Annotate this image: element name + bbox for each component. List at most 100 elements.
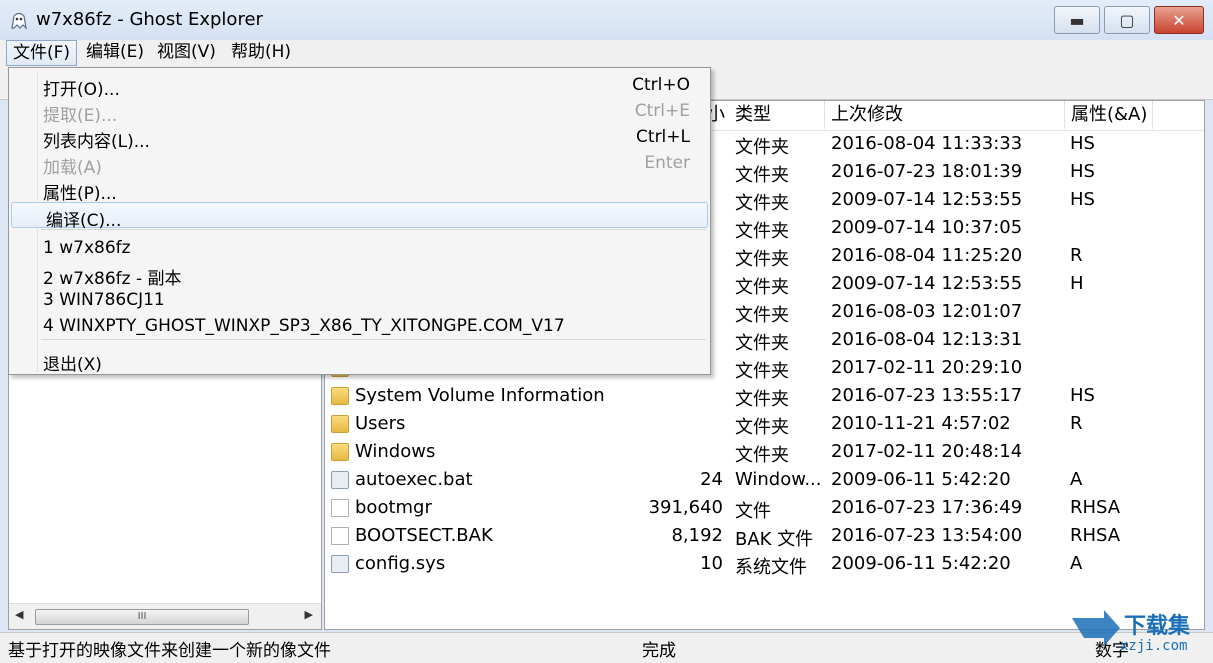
- title-bar: w7x86fz - Ghost Explorer ▬ ▢ ✕: [0, 0, 1213, 40]
- menu-separator: [41, 339, 706, 340]
- file-attributes: RHSA: [1070, 525, 1121, 546]
- column-modified[interactable]: 上次修改: [825, 101, 1065, 129]
- file-name: config.sys: [355, 553, 446, 574]
- file-modified: 2016-08-04 11:33:33: [831, 133, 1023, 154]
- tree-horizontal-scrollbar[interactable]: ◀ III ▶: [9, 603, 321, 629]
- file-modified: 2016-08-04 11:25:20: [831, 245, 1023, 266]
- menu-item[interactable]: 打开(O)... Ctrl+O: [9, 72, 710, 100]
- scroll-thumb[interactable]: III: [35, 609, 249, 625]
- menu-file[interactable]: 文件(F): [6, 40, 78, 66]
- file-attributes: RHSA: [1070, 497, 1121, 518]
- table-row[interactable]: BOOTSECT.BAK 8,192 BAK 文件 2016-07-23 13:54:…: [325, 523, 1204, 551]
- watermark-url: xzji.com: [1120, 638, 1188, 654]
- file-type: 文件夹: [735, 249, 789, 270]
- file-name: Windows: [355, 441, 436, 462]
- file-modified: 2009-06-11 5:42:20: [831, 553, 1011, 574]
- file-icon: [331, 527, 349, 545]
- scroll-right-icon[interactable]: ▶: [305, 608, 313, 621]
- file-name: autoexec.bat: [355, 469, 473, 490]
- table-row[interactable]: bootmgr 391,640 文件 2016-07-23 17:36:49 RHSA: [325, 495, 1204, 523]
- menu-item-exit[interactable]: 退出(X): [9, 347, 710, 375]
- recent-file-label: 2 w7x86fz - 副本: [43, 269, 182, 289]
- menu-item[interactable]: 编译(C)...: [11, 202, 708, 231]
- minimize-icon: ▬: [1069, 10, 1085, 30]
- file-name: BOOTSECT.BAK: [355, 525, 493, 546]
- menu-item-label: 列表内容(L)...: [43, 132, 150, 152]
- menu-item-shortcut: Ctrl+L: [636, 127, 690, 147]
- file-name: bootmgr: [355, 497, 432, 518]
- status-message: 基于打开的映像文件来创建一个新的像文件: [8, 641, 331, 661]
- file-type: 文件夹: [735, 305, 789, 326]
- table-row[interactable]: Users 文件夹 2010-11-21 4:57:02 R: [325, 411, 1204, 439]
- status-bar: 基于打开的映像文件来创建一个新的像文件 完成 数字: [0, 632, 1213, 663]
- recent-file-item[interactable]: 2 w7x86fz - 副本: [9, 261, 710, 289]
- file-modified: 2016-08-03 12:01:07: [831, 301, 1023, 322]
- file-type: 文件夹: [735, 221, 789, 242]
- menu-item-label: 编译(C)...: [46, 211, 122, 231]
- file-size: 10: [700, 553, 723, 574]
- menu-view[interactable]: 视图(V): [151, 40, 222, 66]
- file-attributes: HS: [1070, 189, 1095, 210]
- file-type: BAK 文件: [735, 529, 814, 550]
- file-attributes: H: [1070, 273, 1084, 294]
- menu-item[interactable]: 列表内容(L)... Ctrl+L: [9, 124, 710, 152]
- watermark-text: 下载集: [1124, 614, 1191, 639]
- file-attributes: HS: [1070, 385, 1095, 406]
- maximize-button[interactable]: ▢: [1104, 6, 1150, 34]
- file-attributes: HS: [1070, 161, 1095, 182]
- recent-file-item[interactable]: 4 WINXPTY_GHOST_WINXP_SP3_X86_TY_XITONGP…: [9, 313, 710, 339]
- file-modified: 2009-07-14 12:53:55: [831, 273, 1023, 294]
- ghost-app-icon: [11, 12, 27, 30]
- file-attributes: A: [1070, 469, 1083, 490]
- folder-icon: [331, 387, 349, 405]
- recent-file-label: 3 WIN786CJ11: [43, 290, 165, 310]
- file-type: 文件夹: [735, 333, 789, 354]
- menu-bar: 文件(F) 编辑(E) 视图(V) 帮助(H): [0, 40, 1213, 68]
- file-size: 391,640: [648, 497, 723, 518]
- config-file-icon: [331, 555, 349, 573]
- menu-item-label: 打开(O)...: [43, 80, 120, 100]
- file-size: 8,192: [671, 525, 723, 546]
- file-type: 文件夹: [735, 389, 789, 410]
- table-row[interactable]: System Volume Information 文件夹 2016-07-23 1…: [325, 383, 1204, 411]
- menu-item-label: 加载(A): [43, 158, 102, 178]
- menu-item-shortcut: Ctrl+O: [632, 75, 690, 95]
- column-type[interactable]: 类型: [729, 101, 825, 129]
- close-icon: ✕: [1172, 10, 1186, 30]
- menu-item-label: 属性(P)...: [43, 184, 117, 204]
- file-modified: 2017-02-11 20:29:10: [831, 357, 1023, 378]
- close-button[interactable]: ✕: [1154, 6, 1204, 34]
- download-arrow-icon: [1072, 610, 1120, 646]
- menu-edit[interactable]: 编辑(E): [80, 40, 150, 66]
- minimize-button[interactable]: ▬: [1054, 6, 1100, 34]
- file-attributes: HS: [1070, 133, 1095, 154]
- file-type: 文件夹: [735, 137, 789, 158]
- file-modified: 2017-02-11 20:48:14: [831, 441, 1023, 462]
- recent-file-label: 4 WINXPTY_GHOST_WINXP_SP3_X86_TY_XITONGP…: [43, 316, 565, 336]
- file-menu-dropdown: 打开(O)... Ctrl+O 提取(E)... Ctrl+E 列表内容(L)... Ct…: [8, 67, 711, 375]
- file-type: 文件夹: [735, 165, 789, 186]
- menu-item: 提取(E)... Ctrl+E: [9, 98, 710, 126]
- menu-item[interactable]: 属性(P)...: [9, 176, 710, 204]
- file-type: 文件夹: [735, 445, 789, 466]
- table-row[interactable]: autoexec.bat 24 Window... 2009-06-11 5:42:2…: [325, 467, 1204, 495]
- file-modified: 2016-08-04 12:13:31: [831, 329, 1023, 350]
- status-state: 完成: [642, 641, 676, 661]
- recent-file-item[interactable]: 3 WIN786CJ11: [9, 287, 710, 313]
- file-modified: 2016-07-23 13:54:00: [831, 525, 1023, 546]
- folder-icon: [331, 443, 349, 461]
- config-file-icon: [331, 471, 349, 489]
- table-row[interactable]: Windows 文件夹 2017-02-11 20:48:14: [325, 439, 1204, 467]
- recent-file-item[interactable]: 1 w7x86fz: [9, 235, 710, 261]
- column-attributes[interactable]: 属性(&A): [1065, 101, 1153, 129]
- scroll-left-icon[interactable]: ◀: [15, 608, 23, 621]
- file-modified: 2016-07-23 13:55:17: [831, 385, 1023, 406]
- file-modified: 2009-06-11 5:42:20: [831, 469, 1011, 490]
- file-size: 24: [700, 469, 723, 490]
- recent-file-label: 1 w7x86fz: [43, 238, 131, 258]
- menu-item-label: 提取(E)...: [43, 106, 118, 126]
- menu-item: 加载(A) Enter: [9, 150, 710, 178]
- table-row[interactable]: config.sys 10 系统文件 2009-06-11 5:42:20 A: [325, 551, 1204, 579]
- file-type: 文件夹: [735, 361, 789, 382]
- menu-help[interactable]: 帮助(H): [225, 40, 297, 66]
